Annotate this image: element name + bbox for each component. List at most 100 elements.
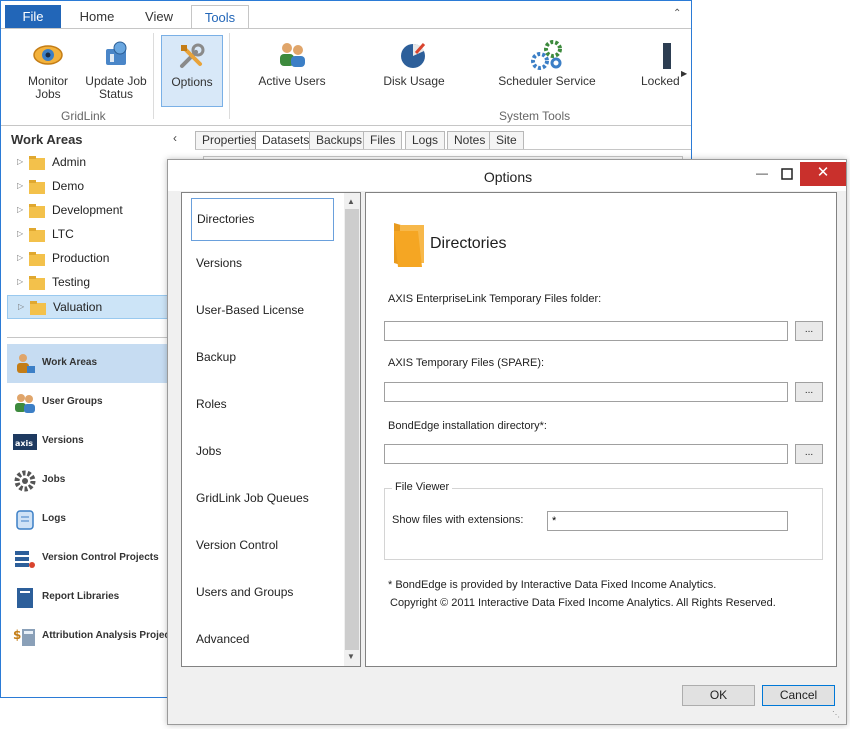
work-areas-title: Work Areas [11,132,83,147]
server-icon [15,551,35,568]
expand-icon[interactable]: ▷ [17,175,23,197]
tab-view[interactable]: View [131,5,187,28]
nav-list: Work Areas User Groups axis Versions Job… [7,344,179,656]
ok-button[interactable]: OK [682,685,755,706]
collapse-panel-icon[interactable]: ‹ [173,131,177,145]
group-label-system-tools: System Tools [499,109,571,123]
scrollbar-thumb[interactable] [345,209,359,650]
spare-files-input[interactable] [384,382,788,402]
dialog-title: Options [483,169,533,185]
nav-item-work-areas[interactable]: Work Areas [7,344,169,383]
nav-item-label: Jobs [42,474,66,485]
pie-chart-icon [401,43,426,68]
nav-item-version-control-projects[interactable]: Version Control Projects [7,539,169,578]
tree-item[interactable]: ▷ Demo [7,175,169,199]
tab-backups[interactable]: Backups [309,131,370,149]
nav-item-jobs[interactable]: Jobs [7,461,169,500]
nav-item-report-libraries[interactable]: Report Libraries [7,578,169,617]
cancel-button[interactable]: Cancel [762,685,835,706]
nav-item-label: Attribution Analysis Projects [42,630,179,641]
nav-item-label: Versions [42,435,84,446]
tab-datasets[interactable]: Datasets [255,131,317,149]
minimize-icon[interactable]: — [749,162,775,186]
temp-files-folder-browse-button[interactable]: ... [795,321,823,341]
tree-item[interactable]: ▷ Testing [7,271,169,295]
tab-site[interactable]: Site [489,131,524,149]
tree-item[interactable]: ▷ LTC [7,223,169,247]
locked-label: Locked [641,74,680,88]
nav-item-versions[interactable]: axis Versions [7,422,169,461]
tab-notes[interactable]: Notes [447,131,493,149]
expand-icon[interactable]: ▷ [18,296,24,318]
expand-icon[interactable]: ▷ [17,247,23,269]
maximize-icon[interactable] [774,162,800,186]
gear-icon [14,470,36,492]
folder-icon [29,228,45,242]
active-users-button[interactable]: Active Users [255,35,329,88]
expand-icon[interactable]: ▷ [17,223,23,245]
tab-home[interactable]: Home [67,5,127,28]
bondedge-dir-input[interactable] [384,444,788,464]
tab-files[interactable]: Files [363,131,403,149]
options-nav-version-control[interactable]: Version Control [191,525,334,568]
lock-icon [663,43,671,69]
ribbon-scroll-right-icon[interactable]: ▶ [681,69,689,81]
dialog-titlebar[interactable]: Options — ✕ [168,160,846,191]
monitor-jobs-button[interactable]: Monitor Jobs [19,35,77,101]
book-icon [17,588,33,608]
users-icon [280,43,305,67]
options-nav-users-and-groups[interactable]: Users and Groups [191,572,334,615]
update-status-icon [106,41,127,65]
tree-item-selected[interactable]: ▷ Valuation [7,295,169,319]
tree-item[interactable]: ▷ Development [7,199,169,223]
tab-properties[interactable]: Properties [195,131,264,149]
options-nav-gridlink-job-queues[interactable]: GridLink Job Queues [191,478,334,521]
options-nav-list: Directories Versions User-Based License … [181,192,361,667]
nav-item-label: Report Libraries [42,591,120,602]
temp-files-folder-input[interactable] [384,321,788,341]
gears-icon [531,40,562,70]
tree-item[interactable]: ▷ Admin [7,151,169,175]
options-nav-scrollbar[interactable]: ▲ ▼ [344,193,360,666]
options-button[interactable]: Options [161,35,223,107]
options-nav-backup[interactable]: Backup [191,337,334,380]
options-nav-versions[interactable]: Versions [191,243,334,286]
disk-usage-button[interactable]: Disk Usage [379,35,449,88]
tab-logs[interactable]: Logs [405,131,446,149]
update-job-status-label: Update Job Status [85,74,147,101]
scheduler-service-button[interactable]: Scheduler Service [495,35,599,88]
extensions-label: Show files with extensions: [392,514,524,526]
nav-separator [7,337,169,338]
scroll-up-icon[interactable]: ▲ [347,197,355,206]
options-nav-directories[interactable]: Directories [191,198,334,241]
folder-icon [30,301,46,315]
update-job-status-button[interactable]: Update Job Status [85,35,147,101]
tab-tools[interactable]: Tools [191,5,249,29]
options-label: Options [171,75,213,89]
scroll-down-icon[interactable]: ▼ [347,652,355,661]
resize-grip-icon[interactable]: ⋱ [832,710,844,722]
locked-button[interactable]: Locked [635,35,685,88]
spare-files-browse-button[interactable]: ... [795,382,823,402]
tree-item[interactable]: ▷ Production [7,247,169,271]
nav-item-logs[interactable]: Logs [7,500,169,539]
options-nav-jobs[interactable]: Jobs [191,431,334,474]
expand-icon[interactable]: ▷ [17,151,23,173]
eye-icon [33,45,63,65]
expand-icon[interactable]: ▷ [17,271,23,293]
close-icon[interactable]: ✕ [800,162,846,186]
tree-item-label: Development [52,203,123,217]
options-nav-advanced[interactable]: Advanced [191,619,334,662]
tab-file[interactable]: File [5,5,61,28]
collapse-ribbon-icon[interactable]: ⌃ [673,9,685,19]
bondedge-dir-browse-button[interactable]: ... [795,444,823,464]
work-areas-icon [17,354,35,373]
options-nav-user-based-license[interactable]: User-Based License [191,290,334,333]
options-nav-roles[interactable]: Roles [191,384,334,427]
extensions-input[interactable] [547,511,788,531]
tree-item-label: Production [52,251,110,265]
nav-item-attribution-analysis-projects[interactable]: $ Attribution Analysis Projects [7,617,179,656]
work-areas-tree: ▷ Admin ▷ Demo ▷ Development ▷ LTC ▷ Producti… [7,151,169,319]
expand-icon[interactable]: ▷ [17,199,23,221]
nav-item-user-groups[interactable]: User Groups [7,383,169,422]
